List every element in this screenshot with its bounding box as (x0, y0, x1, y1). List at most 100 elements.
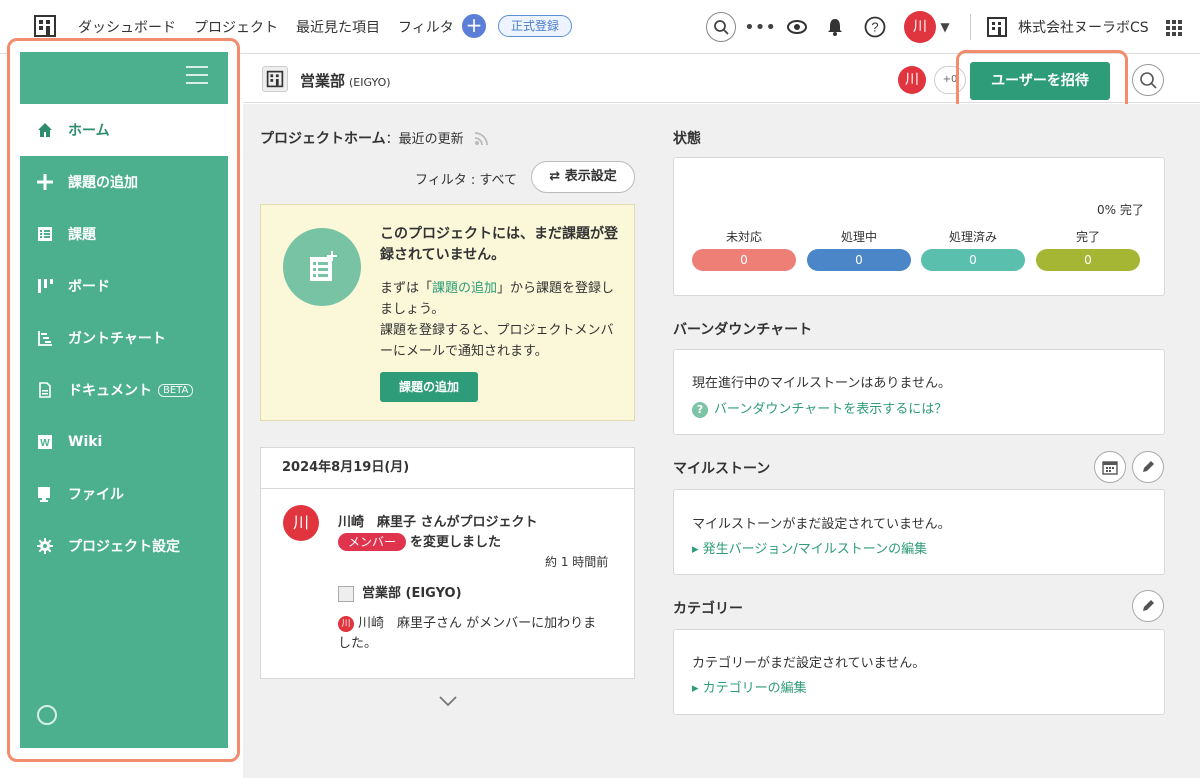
home-icon (36, 121, 54, 139)
add-issue-link[interactable]: 課題の追加 (432, 281, 497, 296)
empty-text-pre: まずは「 (380, 281, 433, 296)
sidebar-item-label: プロジェクト設定 (68, 539, 180, 555)
milestone-card (673, 489, 1165, 575)
sidebar-item-add-issue[interactable]: 課題の追加 (20, 156, 228, 208)
document-icon (36, 381, 54, 399)
completion-percent: 0% 完了 (1097, 203, 1144, 217)
status-bar-open[interactable]: 0 (692, 249, 796, 271)
edit-pencil-icon[interactable] (1132, 590, 1164, 622)
project-key: (EIGYO) (349, 76, 391, 89)
add-button[interactable]: + (462, 14, 486, 38)
sidebar-item-files[interactable]: ファイル (20, 468, 228, 520)
display-settings-button[interactable]: ⇄ 表示設定 (531, 161, 635, 193)
nav-filter[interactable]: フィルタ (398, 17, 454, 37)
empty-state-text: まずは「課題の追加」から課題を登録しましょう。 課題を登録すると、プロジェクトメ… (380, 278, 625, 362)
add-issue-button[interactable]: 課題の追加 (380, 372, 478, 402)
member-avatar[interactable]: 川 (898, 66, 926, 94)
activity-detail-text: 川崎 麻里子さん がメンバーに加わりました。 (338, 616, 597, 651)
project-home-heading: プロジェクトホーム (260, 131, 386, 147)
file-icon (36, 485, 54, 503)
category-text: カテゴリーがまだ設定されていません。 (692, 656, 926, 671)
category-edit-link[interactable]: ▸ カテゴリーの編集 (692, 677, 807, 696)
category-title: カテゴリー (673, 601, 743, 617)
list-icon (36, 225, 54, 243)
sidebar-item-home[interactable]: ホーム (20, 104, 228, 156)
search-icon[interactable] (706, 12, 736, 42)
activity-date: 2024年8月19日(月) (260, 447, 635, 489)
invite-user-button[interactable]: ユーザーを招待 (970, 62, 1110, 100)
display-settings-label: 表示設定 (564, 169, 617, 184)
wiki-icon: W (36, 433, 54, 451)
status-bar-resolved[interactable]: 0 (921, 249, 1025, 271)
status-label-closed: 完了 (1075, 230, 1100, 244)
org-name[interactable]: 株式会社ヌーラボCS (1018, 17, 1149, 37)
gantt-icon (36, 329, 54, 347)
sidebar-item-document[interactable]: ドキュメント BETA (20, 364, 228, 416)
org-icon (987, 17, 1007, 37)
activity-line2: を変更しました (410, 535, 502, 550)
activity-project-name: 営業部 (EIGYO) (362, 586, 462, 601)
milestone-text: マイルストーンがまだ設定されていません。 (692, 517, 951, 532)
more-icon[interactable]: ••• (744, 12, 776, 42)
empty-state-title: このプロジェクトには、まだ課題が登録されていません。 (380, 226, 618, 263)
bell-icon[interactable] (820, 12, 850, 42)
divider (970, 14, 971, 40)
burndown-help-label: バーンダウンチャートを表示するには？ (714, 402, 948, 417)
activity-project[interactable]: 営業部 (EIGYO) (338, 582, 462, 602)
add-issue-icon (283, 228, 361, 306)
chat-icon[interactable] (37, 705, 57, 725)
help-icon[interactable]: ? (860, 12, 890, 42)
detail-avatar: 川 (338, 615, 354, 632)
nav-project[interactable]: プロジェクト (194, 17, 278, 37)
project-home-subtitle: ：最近の更新 (385, 132, 464, 147)
status-bar-inprogress[interactable]: 0 (807, 249, 911, 271)
filter-label: フィルタ : すべて (415, 173, 517, 188)
eye-icon[interactable] (782, 12, 812, 42)
question-icon: ? (692, 402, 708, 418)
status-label-inprogress: 処理中 (840, 230, 877, 244)
search-icon[interactable] (1132, 64, 1164, 96)
sidebar-item-board[interactable]: ボード (20, 260, 228, 312)
plus-icon (36, 173, 54, 191)
grid-icon[interactable] (1166, 20, 1182, 36)
sidebar-item-label: ホーム (68, 123, 110, 139)
beta-badge: BETA (158, 383, 194, 397)
svg-text:W: W (40, 438, 50, 449)
milestone-edit-link[interactable]: ▸ 発生バージョン/マイルストーンの編集 (692, 538, 927, 557)
svg-text:?: ? (871, 20, 878, 35)
gear-icon (36, 537, 54, 555)
user-avatar[interactable]: 川 (904, 11, 936, 43)
status-card (673, 157, 1165, 296)
burndown-title: バーンダウンチャート (673, 322, 813, 338)
activity-text: 川崎 麻里子 さんがプロジェクト メンバー を変更しました (338, 513, 598, 553)
project-icon (262, 66, 288, 92)
burndown-help-link[interactable]: ? バーンダウンチャートを表示するには？ (692, 398, 947, 418)
edit-pencil-icon[interactable] (1132, 451, 1164, 483)
sidebar-item-issues[interactable]: 課題 (20, 208, 228, 260)
settings-sliders-icon: ⇄ (549, 169, 561, 184)
rss-icon[interactable] (474, 132, 489, 146)
nav-dashboard[interactable]: ダッシュボード (78, 17, 176, 37)
activity-avatar[interactable]: 川 (283, 505, 319, 541)
sidebar-item-label: ガントチャート (68, 331, 166, 347)
chevron-down-icon[interactable]: ▼ (935, 12, 955, 42)
sidebar-item-project-settings[interactable]: プロジェクト設定 (20, 520, 228, 572)
status-title: 状態 (673, 131, 701, 147)
chevron-down-icon[interactable] (438, 694, 458, 708)
calendar-icon[interactable] (1094, 451, 1126, 483)
activity-detail: 川川崎 麻里子さん がメンバーに加わりました。 (338, 614, 608, 654)
sidebar-item-gantt[interactable]: ガントチャート (20, 312, 228, 364)
status-label-resolved: 処理済み (948, 230, 997, 244)
burndown-card (673, 349, 1165, 435)
menu-toggle-icon[interactable] (186, 66, 208, 84)
activity-line1[interactable]: 川崎 麻里子 さんがプロジェクト (338, 515, 538, 530)
sidebar-item-label: 課題 (68, 227, 96, 243)
nav-recent[interactable]: 最近見た項目 (296, 17, 380, 37)
empty-text-notify: 課題を登録すると、プロジェクトメンバーにメールで通知されます。 (380, 323, 614, 359)
register-button[interactable]: 正式登録 (498, 15, 573, 37)
sidebar-item-wiki[interactable]: W Wiki (20, 416, 228, 468)
project-home-title: プロジェクトホーム：最近の更新 (260, 128, 489, 148)
backlog-logo-icon[interactable] (32, 13, 58, 39)
milestone-title: マイルストーン (673, 461, 771, 477)
status-bar-closed[interactable]: 0 (1036, 249, 1140, 271)
